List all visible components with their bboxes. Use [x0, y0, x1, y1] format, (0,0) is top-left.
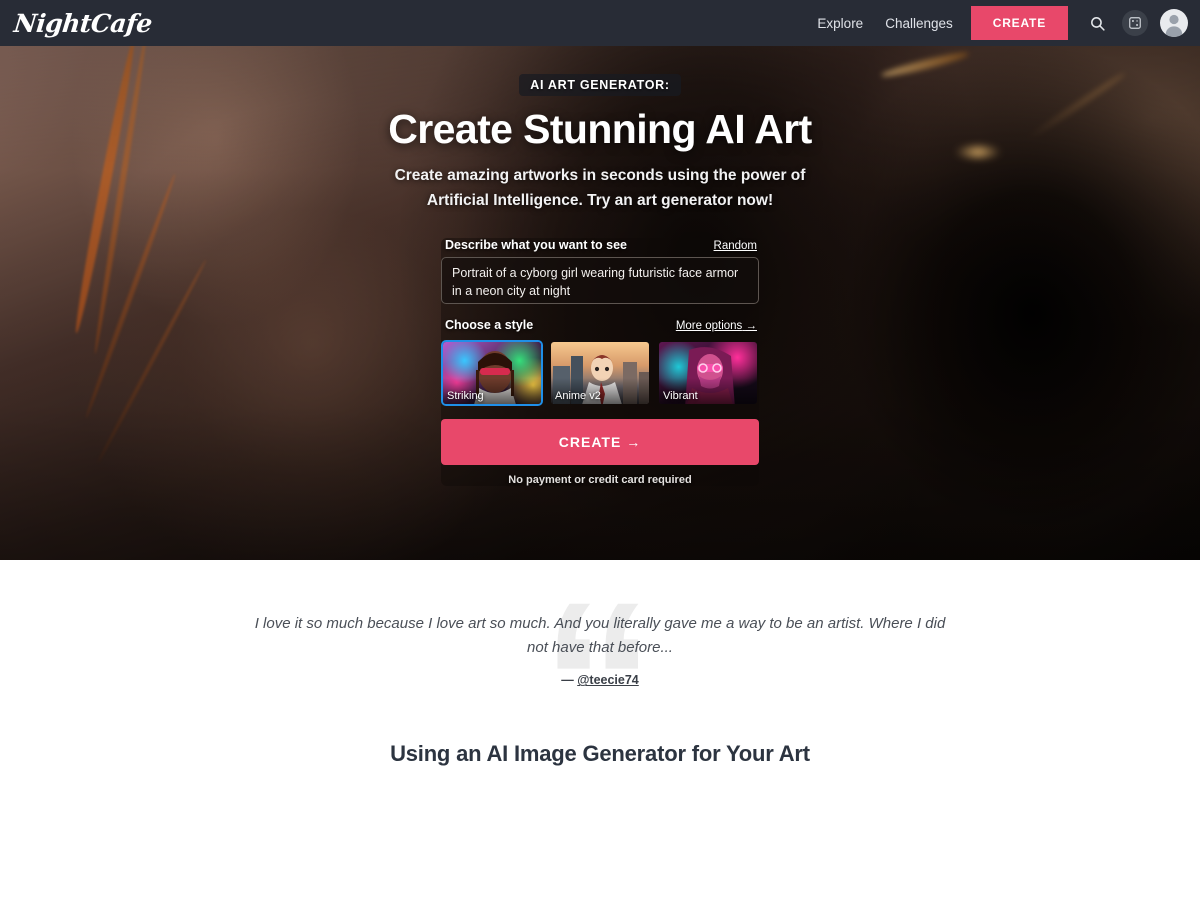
style-option-anime-v2[interactable]: Anime v2 — [549, 340, 651, 406]
style-options: Striking Anime v2 Vibrant — [441, 339, 759, 406]
more-options-arrow-icon: → — [745, 319, 758, 332]
testimonial-author-link[interactable]: @teecie74 — [577, 673, 639, 687]
style-option-striking[interactable]: Striking — [441, 339, 543, 406]
art-generator-form: Describe what you want to see Random Cho… — [441, 237, 759, 486]
style-name-vibrant: Vibrant — [663, 389, 698, 402]
hero-create-arrow-icon: → — [626, 433, 642, 450]
hero-section: AI ART GENERATOR: Create Stunning AI Art… — [0, 46, 1200, 560]
testimonial-author: — @teecie74 — [561, 673, 639, 687]
testimonial-section: “ I love it so much because I love art s… — [0, 560, 1200, 798]
search-icon[interactable] — [1084, 10, 1110, 36]
create-note: No payment or credit card required — [508, 473, 692, 486]
hero-content: AI ART GENERATOR: Create Stunning AI Art… — [0, 46, 1200, 486]
hero-subtitle: Create amazing artworks in seconds using… — [394, 167, 806, 209]
user-avatar-icon[interactable] — [1160, 9, 1188, 37]
top-navbar: NightCafe Explore Challenges CREATE — [0, 0, 1200, 46]
prompt-input[interactable] — [441, 256, 759, 304]
testimonial-quote: I love it so much because I love art so … — [254, 615, 946, 656]
testimonial-dash: — — [561, 673, 574, 688]
nightcafe-logo[interactable]: NightCafe — [12, 9, 153, 38]
hero-title: Create Stunning AI Art — [388, 106, 812, 152]
navbar-create-button[interactable]: CREATE — [970, 6, 1068, 40]
style-option-vibrant[interactable]: Vibrant — [657, 340, 759, 406]
style-name-anime-v2: Anime v2 — [555, 389, 601, 402]
dice-icon[interactable] — [1122, 10, 1148, 36]
nav-link-challenges[interactable]: Challenges — [885, 16, 953, 31]
style-label: Choose a style — [445, 317, 534, 332]
hero-create-label: CREATE — [558, 433, 622, 450]
nav-link-explore[interactable]: Explore — [817, 16, 863, 31]
more-options-link[interactable]: More options → — [676, 320, 757, 332]
navbar-icon-group — [1084, 9, 1188, 37]
more-options-label: More options — [675, 319, 743, 332]
prompt-label: Describe what you want to see — [445, 237, 627, 252]
style-name-striking: Striking — [447, 389, 484, 402]
hero-create-button[interactable]: CREATE → — [441, 418, 759, 465]
style-label-row: Choose a style More options → — [441, 309, 759, 337]
random-prompt-link[interactable]: Random — [714, 240, 757, 252]
hero-eyebrow-badge: AI ART GENERATOR: — [519, 74, 681, 96]
prompt-label-row: Describe what you want to see Random — [441, 238, 759, 257]
navbar-links: Explore Challenges — [817, 16, 952, 31]
